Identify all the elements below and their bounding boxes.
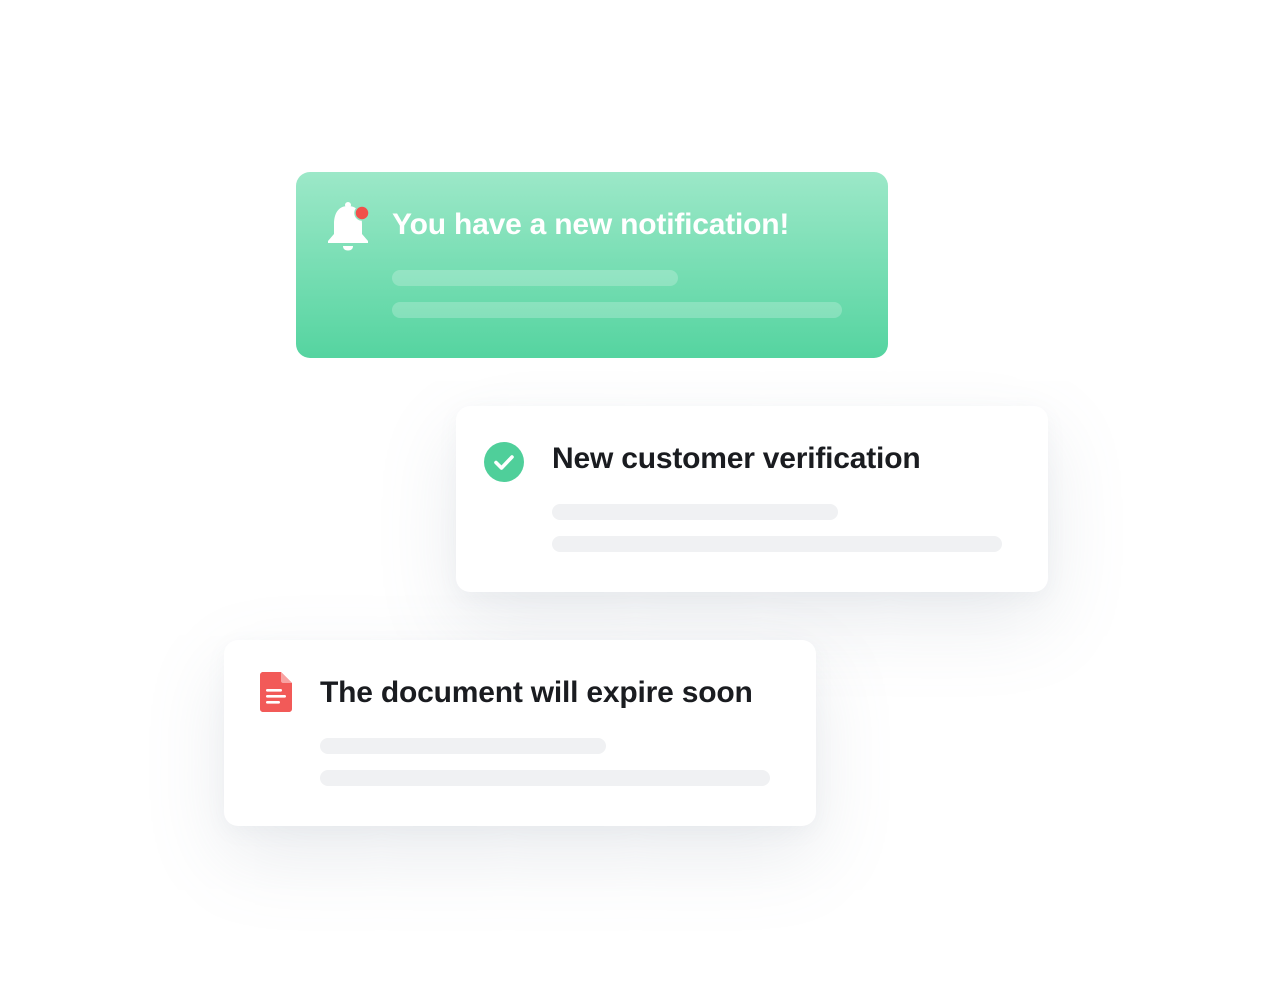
placeholder-line-short — [552, 504, 838, 520]
notification-title: You have a new notification! — [392, 208, 790, 241]
placeholder-line-long — [320, 770, 770, 786]
placeholder-line-long — [392, 302, 842, 318]
customer-verification-card[interactable]: New customer verification — [456, 406, 1048, 592]
placeholder-line-short — [320, 738, 606, 754]
document-icon — [260, 672, 292, 712]
verification-title: New customer verification — [552, 442, 921, 475]
new-notification-card[interactable]: You have a new notification! — [296, 172, 888, 358]
document-expiry-card[interactable]: The document will expire soon — [224, 640, 816, 826]
check-circle-icon — [484, 442, 524, 482]
bell-icon — [326, 200, 374, 252]
document-title: The document will expire soon — [320, 676, 753, 709]
placeholder-line-long — [552, 536, 1002, 552]
notification-stack: You have a new notification! New custome… — [0, 0, 1272, 1000]
placeholder-line-short — [392, 270, 678, 286]
